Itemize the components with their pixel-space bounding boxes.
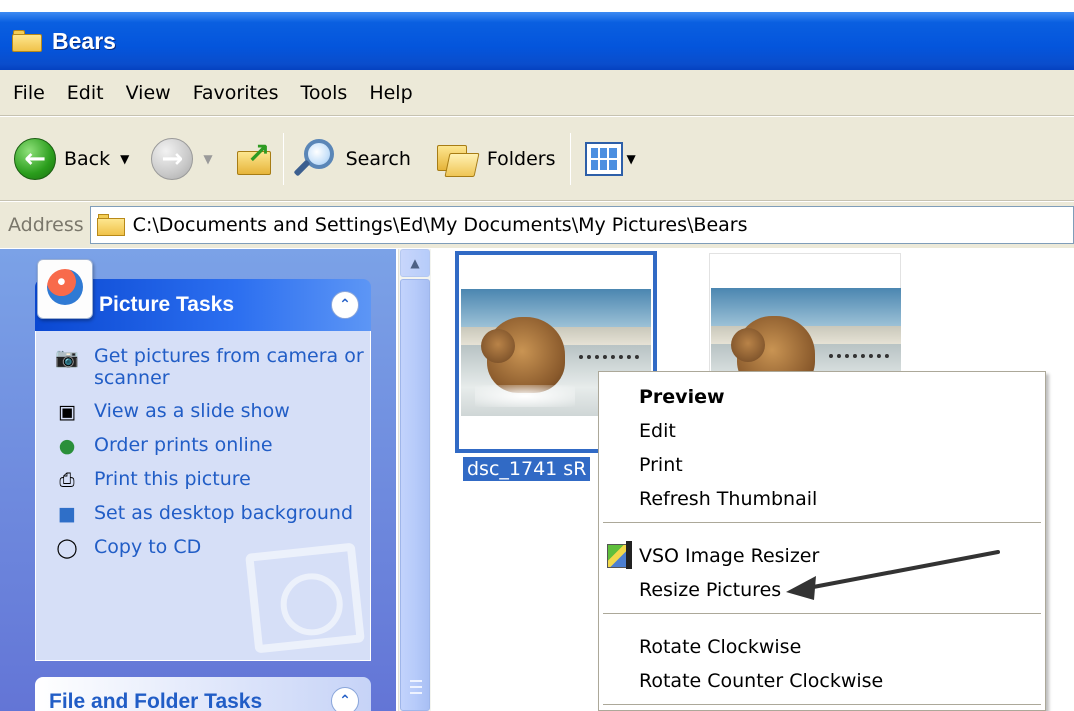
up-folder-icon: ↗ [231,137,277,181]
picture-tasks-header[interactable]: Picture Tasks ⌃ [35,259,371,331]
address-label: Address [8,214,84,236]
back-button[interactable]: ← Back ▼ [14,134,129,184]
menu-separator [603,613,1041,614]
printer-icon: ⎙ [59,468,75,491]
menu-view[interactable]: View [119,82,186,104]
toolbar-separator [569,132,571,185]
address-path: C:\Documents and Settings\Ed\My Document… [132,214,748,236]
task-slide-show[interactable]: ▣ View as a slide show [54,400,370,424]
annotation-arrow-icon [786,550,1000,600]
forward-arrow-icon: → [151,137,194,180]
menu-rotate-counter-clockwise[interactable]: Rotate Counter Clockwise [599,664,1045,698]
task-label[interactable]: Get pictures from camera or scanner [94,345,370,390]
task-order-prints[interactable]: ● Order prints online [54,434,370,458]
title-bar[interactable]: Bears [0,12,1074,70]
views-button[interactable]: ▼ [584,134,636,184]
forward-button[interactable]: → ▼ [151,134,213,184]
camera-icon: 📷 [55,346,79,369]
search-icon [290,137,338,181]
slideshow-icon: ▣ [58,400,76,423]
context-menu: Preview Edit Print Refresh Thumbnail VSO… [598,371,1046,711]
task-pane-scrollbar[interactable]: ▲ [398,249,431,711]
views-icon [584,141,623,176]
task-label[interactable]: Order prints online [94,434,273,456]
task-label[interactable]: Print this picture [94,468,251,490]
toolbar: ← Back ▼ → ▼ ↗ Search Folders ▼ [0,117,1074,201]
folders-icon [433,137,480,181]
folders-label: Folders [486,147,556,170]
scroll-up-arrow-icon[interactable]: ▲ [400,249,430,277]
menu-rotate-clockwise[interactable]: Rotate Clockwise [599,630,1045,664]
task-label[interactable]: Set as desktop background [94,502,353,524]
forward-dropdown-icon[interactable]: ▼ [203,152,212,166]
views-dropdown-icon[interactable]: ▼ [627,152,636,166]
folder-icon [12,30,42,52]
menu-edit[interactable]: Edit [60,82,119,104]
menu-help[interactable]: Help [362,82,427,104]
task-label[interactable]: View as a slide show [94,400,290,422]
menu-print[interactable]: Print [599,448,1045,482]
vso-resizer-icon [607,541,632,569]
picture-tasks-panel: Picture Tasks ⌃ 📷 Get pictures from came… [35,259,371,661]
cd-icon: ◯ [56,536,78,559]
scrollbar-thumb[interactable] [400,279,430,711]
menu-favorites[interactable]: Favorites [186,82,294,104]
file-folder-tasks-title: File and Folder Tasks [49,690,263,711]
menu-separator [603,522,1041,523]
task-label[interactable]: Copy to CD [94,536,201,558]
globe-icon: ● [58,434,76,457]
collapse-chevron-icon[interactable]: ⌃ [331,291,359,319]
back-arrow-icon: ← [14,137,56,180]
menu-edit-item[interactable]: Edit [599,414,1045,448]
task-get-pictures[interactable]: 📷 Get pictures from camera or scanner [54,345,370,390]
task-pane: Picture Tasks ⌃ 📷 Get pictures from came… [0,249,396,711]
menu-separator [603,704,1041,705]
window-title: Bears [52,27,116,54]
search-button[interactable]: Search [290,134,411,184]
menu-preview[interactable]: Preview [599,380,1045,414]
folders-button[interactable]: Folders [433,134,556,184]
desktop-icon: ■ [58,502,76,525]
picture-tasks-body: 📷 Get pictures from camera or scanner ▣ … [35,331,371,661]
file-folder-tasks-header[interactable]: File and Folder Tasks ⌃ [35,677,371,711]
grip-icon [410,680,422,694]
file-name-label[interactable]: dsc_1741 sR [463,457,591,481]
address-input[interactable]: C:\Documents and Settings\Ed\My Document… [89,206,1074,244]
search-label: Search [345,147,411,170]
menu-bar: File Edit View Favorites Tools Help [0,70,1074,116]
task-copy-cd[interactable]: ◯ Copy to CD [54,536,370,560]
picture-tasks-title: Picture Tasks [99,293,235,316]
back-dropdown-icon[interactable]: ▼ [120,152,129,166]
task-set-desktop[interactable]: ■ Set as desktop background [54,502,370,526]
folder-icon [96,214,125,236]
menu-tools[interactable]: Tools [294,82,363,104]
address-bar: Address C:\Documents and Settings\Ed\My … [0,202,1074,248]
up-button[interactable]: ↗ [231,134,277,184]
collapse-chevron-icon[interactable]: ⌃ [331,687,359,711]
file-folder-tasks-panel: File and Folder Tasks ⌃ [35,677,371,711]
menu-refresh-thumbnail[interactable]: Refresh Thumbnail [599,482,1045,516]
toolbar-separator [282,132,284,185]
back-label: Back [64,147,111,170]
picture-tasks-icon [37,259,95,321]
task-print-picture[interactable]: ⎙ Print this picture [54,468,370,492]
menu-file[interactable]: File [6,82,60,104]
